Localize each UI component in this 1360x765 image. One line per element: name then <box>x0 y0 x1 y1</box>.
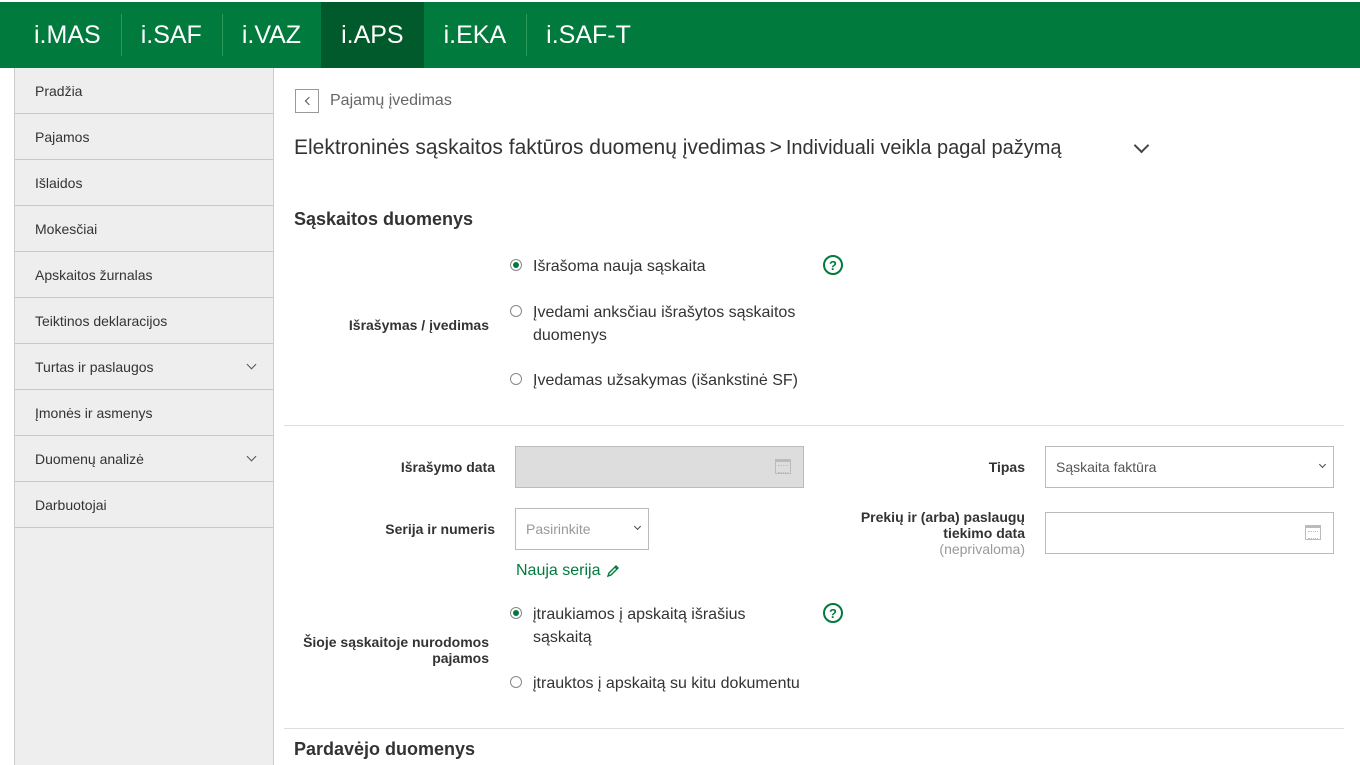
tab-ivaz[interactable]: i.VAZ <box>221 2 321 68</box>
type-select-value: Sąskaita faktūra <box>1056 459 1157 475</box>
radio-label: Įvedamas užsakymas (išankstinė SF) <box>533 372 798 389</box>
chevron-down-icon <box>633 522 642 531</box>
radio-button[interactable] <box>510 676 522 688</box>
page-title-text: Elektroninės sąskaitos faktūros duomenų … <box>294 136 766 159</box>
radio-new-invoice[interactable]: Išrašoma nauja sąskaita <box>510 255 800 278</box>
supply-date-label-text: Prekių ir (arba) paslaugų tiekimo data <box>860 509 1025 541</box>
radio-previous-invoice[interactable]: Įvedami anksčiau išrašytos sąskaitos duo… <box>510 301 810 347</box>
sidebar-item-label: Mokesčiai <box>35 220 98 237</box>
supply-date-field[interactable] <box>1045 512 1334 554</box>
radio-label: Išrašoma nauja sąskaita <box>533 258 706 275</box>
issue-mode-label: Išrašymas / įvedimas <box>348 317 489 333</box>
radio-label: įtraukiamos į apskaitą išrašius sąskaitą <box>533 606 746 646</box>
sidebar-item-duomenu-analize[interactable]: Duomenų analizė <box>15 436 273 482</box>
sidebar-item-teiktinos-deklaracijos[interactable]: Teiktinos deklaracijos <box>15 298 273 344</box>
sidebar-item-islaidos[interactable]: Išlaidos <box>15 160 273 206</box>
sidebar-item-mokesciai[interactable]: Mokesčiai <box>15 206 273 252</box>
sidebar-item-label: Pradžia <box>35 82 83 99</box>
sidebar: Pradžia Pajamos Išlaidos Mokesčiai Apska… <box>14 68 274 765</box>
sidebar-item-label: Pajamos <box>35 128 90 145</box>
sidebar-item-label: Turtas ir paslaugos <box>35 358 154 375</box>
sidebar-item-label: Išlaidos <box>35 174 83 191</box>
help-icon[interactable]: ? <box>823 603 843 623</box>
divider <box>284 728 1344 729</box>
breadcrumb-label: Pajamų įvedimas <box>330 92 452 109</box>
radio-button[interactable] <box>510 259 522 271</box>
series-placeholder: Pasirinkite <box>526 521 591 537</box>
radio-income-other-document[interactable]: įtrauktos į apskaitą su kitu dokumentu <box>510 672 830 695</box>
new-series-label: Nauja serija <box>516 562 601 579</box>
chevron-down-icon <box>246 359 257 370</box>
sidebar-item-imones-ir-asmenys[interactable]: Įmonės ir asmenys <box>15 390 273 436</box>
new-series-link[interactable]: Nauja serija <box>516 562 620 580</box>
sidebar-item-label: Įmonės ir asmenys <box>35 404 153 421</box>
radio-button[interactable] <box>510 607 522 619</box>
title-separator: > <box>769 136 782 159</box>
sidebar-item-pajamos[interactable]: Pajamos <box>15 114 273 160</box>
tab-isaf[interactable]: i.SAF <box>120 2 222 68</box>
tab-isaf-t[interactable]: i.SAF-T <box>526 2 651 68</box>
radio-order[interactable]: Įvedamas užsakymas (išankstinė SF) <box>510 369 830 392</box>
series-label: Serija ir numeris <box>385 521 495 537</box>
sidebar-item-apskaitos-zurnalas[interactable]: Apskaitos žurnalas <box>15 252 273 298</box>
supply-date-label: Prekių ir (arba) paslaugų tiekimo data (… <box>834 509 1025 557</box>
series-select[interactable]: Pasirinkite <box>515 508 649 550</box>
activity-type-selector[interactable]: Individuali veikla pagal pažymą <box>786 137 1062 160</box>
radio-button[interactable] <box>510 373 522 385</box>
income-label: Šioje sąskaitoje nurodomos pajamos <box>303 634 489 666</box>
breadcrumb: Pajamų įvedimas <box>295 89 452 113</box>
optional-note: (neprivaloma) <box>939 541 1025 557</box>
divider <box>284 425 1344 426</box>
sidebar-item-label: Darbuotojai <box>35 496 107 513</box>
issue-date-label: Išrašymo data <box>400 459 495 475</box>
tab-iaps[interactable]: i.APS <box>321 2 424 68</box>
sidebar-item-pradzia[interactable]: Pradžia <box>15 68 273 114</box>
chevron-down-icon <box>1318 460 1327 469</box>
sidebar-item-darbuotojai[interactable]: Darbuotojai <box>15 482 273 528</box>
pencil-icon <box>607 565 620 578</box>
type-select[interactable]: Sąskaita faktūra <box>1045 446 1334 488</box>
radio-label: įtrauktos į apskaitą su kitu dokumentu <box>533 675 800 692</box>
chevron-left-icon <box>304 96 313 106</box>
section-title-invoice: Sąskaitos duomenys <box>294 209 474 229</box>
calendar-icon[interactable] <box>1305 525 1321 540</box>
radio-income-on-invoice[interactable]: įtraukiamos į apskaitą išrašius sąskaitą <box>510 603 800 649</box>
section-title-seller: Pardavėjo duomenys <box>294 739 476 759</box>
sidebar-item-label: Duomenų analizė <box>35 450 144 467</box>
radio-button[interactable] <box>510 305 522 317</box>
issue-date-field[interactable] <box>515 446 804 488</box>
top-navigation: i.MAS i.SAF i.VAZ i.APS i.EKA i.SAF-T <box>0 0 1360 68</box>
type-label: Tipas <box>988 459 1025 475</box>
sidebar-item-turtas-ir-paslaugos[interactable]: Turtas ir paslaugos <box>15 344 273 390</box>
back-button[interactable] <box>295 89 319 113</box>
help-icon[interactable]: ? <box>823 255 843 275</box>
tab-imas[interactable]: i.MAS <box>14 2 121 68</box>
tab-ieka[interactable]: i.EKA <box>424 2 527 68</box>
sidebar-item-label: Apskaitos žurnalas <box>35 266 153 283</box>
main-content: Pajamų įvedimas Elektroninės sąskaitos f… <box>274 68 1360 765</box>
sidebar-item-label: Teiktinos deklaracijos <box>35 312 168 329</box>
chevron-down-icon <box>246 451 257 462</box>
radio-label: Įvedami anksčiau išrašytos sąskaitos duo… <box>533 304 796 344</box>
chevron-down-icon[interactable] <box>1133 137 1150 154</box>
calendar-icon[interactable] <box>775 459 791 474</box>
page-title: Elektroninės sąskaitos faktūros duomenų … <box>294 136 1154 160</box>
